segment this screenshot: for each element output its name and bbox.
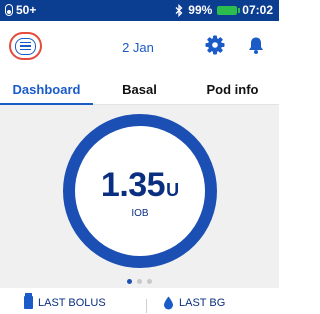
app-header: 2 Jan — [0, 21, 279, 76]
bluetooth-icon — [175, 3, 183, 17]
blood-drop-icon — [164, 296, 173, 310]
battery-icon — [217, 6, 241, 15]
dashboard-panel: 1.35U IOB — [0, 105, 279, 275]
iob-value: 1.35U — [75, 166, 205, 205]
tab-pod-info[interactable]: Pod info — [186, 76, 279, 105]
last-bolus[interactable]: LAST BOLUS — [24, 293, 106, 309]
battery-percent: 99% — [188, 3, 213, 17]
page-dot — [147, 279, 152, 284]
last-bg[interactable]: LAST BG — [163, 296, 225, 310]
last-bg-label: LAST BG — [179, 297, 226, 309]
iob-unit: U — [166, 180, 180, 200]
iob-number: 1.35 — [100, 166, 166, 204]
status-left: 50+ — [5, 3, 36, 17]
menu-button[interactable] — [9, 32, 42, 60]
page-indicator[interactable] — [0, 275, 279, 288]
page-dot — [127, 279, 132, 284]
page-dot — [137, 279, 142, 284]
bell-icon[interactable] — [248, 36, 264, 55]
gear-icon[interactable] — [205, 35, 225, 55]
tab-dashboard[interactable]: Dashboard — [0, 76, 93, 105]
last-bolus-label: LAST BOLUS — [38, 296, 106, 309]
insulin-vial-icon — [24, 293, 33, 309]
divider — [146, 299, 147, 313]
status-right: 99% 07:02 — [175, 3, 273, 17]
hamburger-menu-icon — [15, 37, 36, 55]
tab-basal[interactable]: Basal — [93, 76, 186, 105]
clock-time: 07:02 — [242, 3, 273, 17]
pod-status-text: 50+ — [16, 3, 37, 17]
status-bar: 50+ 99% 07:02 — [0, 0, 279, 21]
pod-icon — [5, 4, 13, 16]
iob-label: IOB — [131, 208, 149, 219]
header-date: 2 Jan — [122, 40, 154, 55]
tab-bar: Dashboard Basal Pod info — [0, 76, 279, 105]
iob-ring[interactable]: 1.35U IOB — [63, 114, 217, 268]
bottom-summary: LAST BOLUS LAST BG — [0, 288, 279, 314]
